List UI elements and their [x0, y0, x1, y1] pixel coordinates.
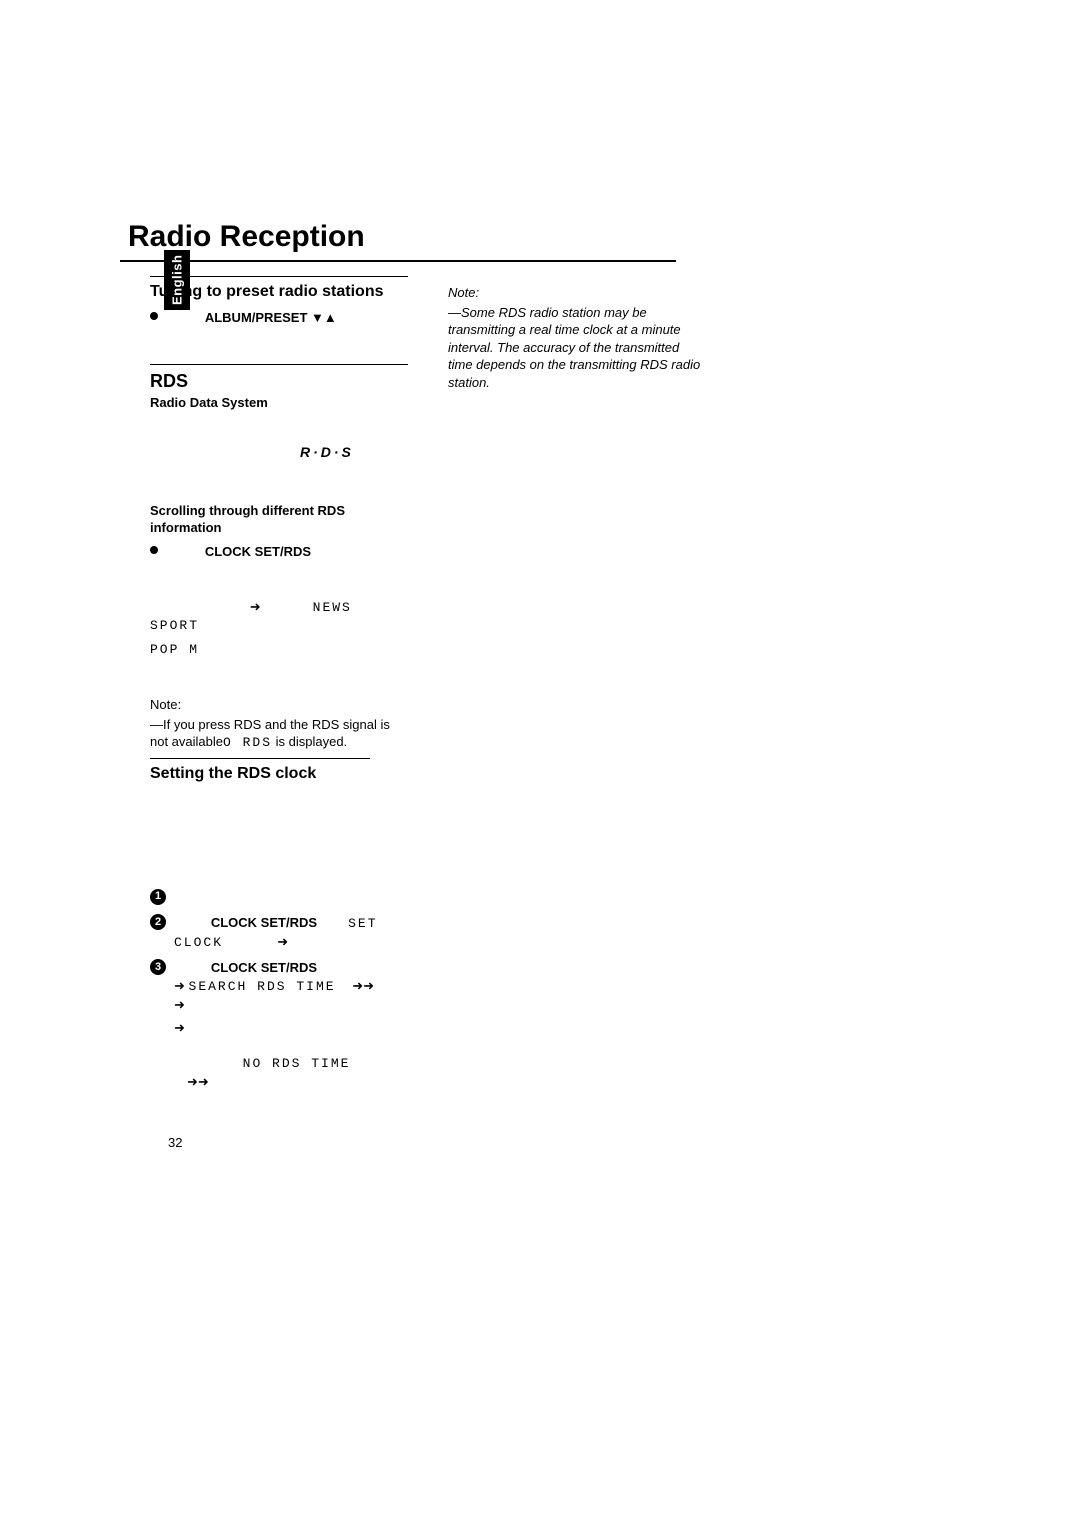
rds-subheading: Radio Data System — [150, 394, 408, 412]
clock-set-rds-step: Press CLOCK SET/RDS — [150, 543, 408, 561]
scrolling-heading: Scrolling through different RDS informat… — [150, 502, 408, 537]
sport-label: SPORT — [150, 618, 199, 633]
clock-set-rds-label: CLOCK SET/RDS — [205, 544, 311, 559]
hidden-arrow-line: x — [150, 332, 408, 350]
step-number-icon: 2 — [150, 914, 166, 930]
no-rds-time-label: NO RDS TIME — [243, 1056, 351, 1071]
programme-type-line: Programme type ➜ such as NEWS , SPORT , — [150, 598, 408, 635]
news-label: NEWS — [313, 600, 352, 615]
note-text: —If you press RDS and the RDS signal is … — [150, 716, 408, 752]
hidden-text: Press — [168, 310, 205, 325]
clock-label: CLOCK — [174, 935, 223, 950]
hidden-text: If the RDS station does not transmit RDS — [174, 1020, 394, 1053]
section-rule — [150, 758, 370, 759]
hidden-text: Some RDS radio stations may be transmitt… — [150, 791, 408, 826]
search-rds-time-label: SEARCH RDS TIME — [189, 979, 336, 994]
language-tab: English — [164, 250, 190, 310]
popm-label: POP M — [150, 642, 199, 657]
note-body: —Some RDS radio station may be transmitt… — [448, 304, 706, 392]
album-preset-step: Press ALBUM/PRESET ▼▲ — [150, 309, 408, 327]
step-number-icon: 1 — [150, 889, 166, 905]
no-rds-inline: O RDS — [223, 735, 272, 750]
note-part2: is displayed. — [272, 734, 347, 749]
hidden-text: real time clock at an interval. — [150, 826, 408, 844]
arrow-icon: ➜ — [174, 978, 185, 993]
left-column: Tuning to preset radio stations Press AL… — [150, 276, 408, 1098]
step-2: 2 Press CLOCK SET/RDS until SET CLOCK ap… — [150, 914, 408, 951]
set-label: SET — [348, 916, 377, 931]
hidden-text: Press — [168, 544, 205, 559]
hidden-text: RDS (Radio Data System) is a service tha… — [150, 418, 408, 436]
page-title: Radio Reception — [120, 220, 960, 254]
page-number: 32 — [168, 1135, 182, 1150]
right-column: Note: —Some RDS radio station may be tra… — [448, 276, 706, 1098]
popm-line: POP M ... — [150, 641, 408, 659]
content-columns: Tuning to preset radio stations Press AL… — [120, 276, 960, 1098]
hidden-arrow-line: x — [150, 466, 408, 484]
hidden-arrow-line: x — [150, 566, 408, 584]
step-number-icon: 3 — [150, 959, 166, 975]
album-preset-label: ALBUM/PRESET — [205, 310, 308, 325]
step-3: 3 Press CLOCK SET/RDS again. ➜ SEARCH RD… — [150, 959, 408, 1090]
note-label: Note: — [448, 284, 706, 302]
hidden-text: Tune to an RDS radio station. — [174, 890, 345, 905]
title-rule — [120, 260, 676, 262]
hidden-text: When RDS time is read, the current — [185, 997, 394, 1012]
setting-rds-clock-heading: Setting the RDS clock — [150, 763, 408, 785]
rds-heading: RDS — [150, 369, 408, 393]
clock-set-rds-label: CLOCK SET/RDS — [211, 915, 317, 930]
step-1: 1 Tune to an RDS radio station. — [150, 889, 408, 907]
rds-logo-icon: R·D·S — [300, 443, 408, 462]
note-label: Note: — [150, 696, 408, 714]
triangle-icons: ▼▲ — [311, 310, 337, 325]
hidden-arrow-line: x — [150, 853, 408, 871]
section-rule — [150, 364, 408, 365]
clock-set-rds-label: CLOCK SET/RDS — [211, 960, 317, 975]
